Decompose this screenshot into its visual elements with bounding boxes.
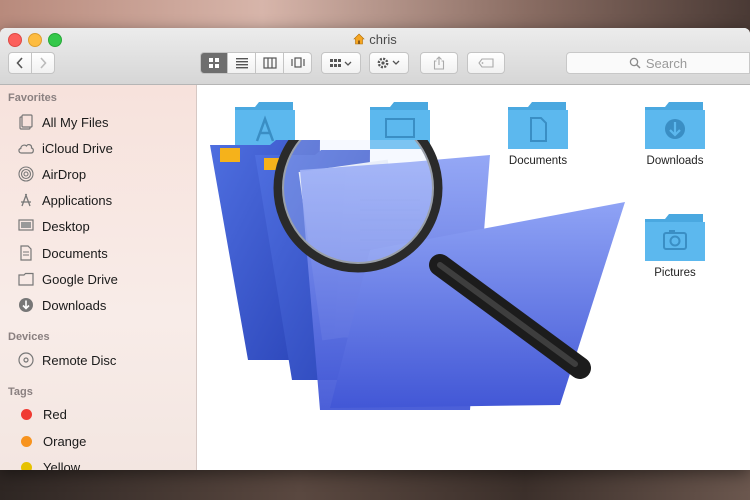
- chevron-right-icon: [40, 57, 47, 69]
- tag-icon: [478, 58, 494, 68]
- applications-icon: [17, 191, 35, 209]
- disc-icon: [17, 351, 35, 369]
- list-view-button[interactable]: [228, 52, 256, 74]
- sidebar-item-airdrop[interactable]: AirDrop: [17, 163, 86, 185]
- sidebar-item-label: Applications: [42, 192, 113, 208]
- folder-item-pictures[interactable]: Pictures: [625, 211, 725, 279]
- sidebar-item-all-my-files[interactable]: All My Files: [17, 111, 108, 133]
- view-mode-control: [200, 52, 312, 74]
- column-view-button[interactable]: [256, 52, 284, 74]
- red-tag-icon: [21, 408, 32, 420]
- forward-button[interactable]: [31, 52, 55, 74]
- downloads-folder-icon: [645, 102, 705, 149]
- share-button[interactable]: [420, 52, 458, 74]
- back-button[interactable]: [8, 52, 32, 74]
- sidebar-item-label: All My Files: [42, 114, 109, 130]
- share-icon: [433, 56, 445, 70]
- cloud-icon: [17, 139, 35, 157]
- sidebar-item-remote-disc[interactable]: Remote Disc: [17, 349, 116, 371]
- sidebar-header-tags: Tags: [8, 386, 33, 398]
- search-field[interactable]: Search: [566, 52, 750, 74]
- sidebar-item-documents[interactable]: Documents: [17, 242, 108, 264]
- sidebar-item-label: AirDrop: [42, 166, 87, 182]
- sidebar: Favorites All My Files iCloud Drive AirD…: [0, 85, 197, 470]
- grid-icon: [209, 58, 219, 68]
- sidebar-item-label: Red: [43, 406, 67, 422]
- folders-magnifier-illustration: [210, 140, 625, 410]
- all-files-icon: [17, 113, 35, 131]
- folder-label: Pictures: [654, 267, 696, 279]
- sidebar-item-label: Desktop: [42, 218, 90, 234]
- orange-tag-icon: [21, 435, 32, 447]
- arrange-icon: [330, 59, 352, 67]
- download-icon: [17, 296, 35, 314]
- desktop-wallpaper-bottom: [0, 470, 750, 500]
- edit-tags-button[interactable]: [467, 52, 505, 74]
- sidebar-item-desktop[interactable]: Desktop: [17, 215, 90, 237]
- airdrop-icon: [17, 165, 35, 183]
- pictures-folder-icon: [645, 214, 705, 261]
- home-icon: [353, 33, 365, 45]
- chevron-left-icon: [16, 57, 23, 69]
- sidebar-item-tag-yellow[interactable]: Yellow: [17, 456, 80, 470]
- sidebar-item-downloads[interactable]: Downloads: [17, 294, 106, 316]
- sidebar-item-label: iCloud Drive: [42, 140, 113, 156]
- sidebar-header-devices: Devices: [8, 331, 50, 343]
- list-icon: [235, 58, 248, 69]
- sidebar-item-google-drive[interactable]: Google Drive: [17, 268, 118, 290]
- arrange-button[interactable]: [321, 52, 361, 74]
- sidebar-header-favorites: Favorites: [8, 92, 57, 104]
- gear-icon: [377, 57, 400, 69]
- window-title: chris: [0, 32, 750, 47]
- window-title-text: chris: [369, 32, 397, 47]
- sidebar-item-label: Orange: [43, 433, 87, 449]
- sidebar-item-tag-orange[interactable]: Orange: [17, 430, 86, 452]
- cover-flow-icon: [290, 57, 305, 68]
- folder-label: Downloads: [646, 155, 704, 167]
- document-icon: [17, 244, 35, 262]
- folder-icon: [17, 270, 35, 288]
- sidebar-item-label: Downloads: [42, 297, 107, 313]
- sidebar-item-label: Yellow: [43, 459, 81, 471]
- sidebar-item-label: Remote Disc: [42, 352, 117, 368]
- sidebar-item-icloud-drive[interactable]: iCloud Drive: [17, 137, 113, 159]
- sidebar-item-label: Google Drive: [42, 271, 118, 287]
- sidebar-item-applications[interactable]: Applications: [17, 189, 112, 211]
- cover-flow-button[interactable]: [284, 52, 312, 74]
- sidebar-item-label: Documents: [42, 245, 108, 261]
- icon-view-button[interactable]: [200, 52, 228, 74]
- title-bar: chris Search: [0, 28, 750, 85]
- sidebar-item-tag-red[interactable]: Red: [17, 403, 67, 425]
- desktop-icon: [17, 217, 35, 235]
- folder-item-downloads[interactable]: Downloads: [625, 99, 725, 167]
- columns-icon: [262, 57, 277, 69]
- search-placeholder: Search: [645, 55, 688, 71]
- search-icon: [629, 57, 641, 69]
- action-button[interactable]: [369, 52, 409, 74]
- yellow-tag-icon: [21, 461, 32, 470]
